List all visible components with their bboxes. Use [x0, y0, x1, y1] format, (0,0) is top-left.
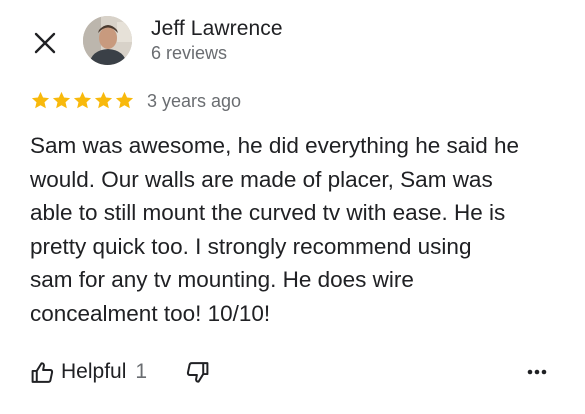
not-helpful-button[interactable]	[185, 360, 210, 385]
close-icon	[34, 32, 56, 54]
helpful-label: Helpful	[61, 360, 127, 383]
star-icon	[94, 91, 113, 109]
avatar-photo	[83, 16, 132, 65]
star-icon	[115, 91, 134, 109]
avatar[interactable]	[83, 16, 132, 65]
thumbs-down-icon	[186, 361, 209, 383]
star-icon	[52, 91, 71, 109]
helpful-button[interactable]: Helpful 1	[30, 360, 147, 385]
author-name[interactable]: Jeff Lawrence	[151, 17, 283, 41]
star-rating	[30, 90, 135, 114]
review-detail: Jeff Lawrence 6 reviews 3 years ago Sam …	[0, 0, 585, 414]
review-actions: Helpful 1	[30, 356, 210, 388]
review-text: Sam was awesome, he did everything he sa…	[30, 133, 520, 326]
thumbs-up-icon	[31, 361, 54, 383]
author-review-count: 6 reviews	[151, 43, 228, 63]
more-horizontal-icon	[527, 369, 547, 375]
more-options-button[interactable]	[523, 358, 551, 386]
review-date: 3 years ago	[147, 91, 242, 111]
close-button[interactable]	[30, 28, 60, 58]
helpful-count: 1	[135, 360, 148, 383]
star-icon	[31, 91, 50, 109]
star-icon	[73, 91, 92, 109]
